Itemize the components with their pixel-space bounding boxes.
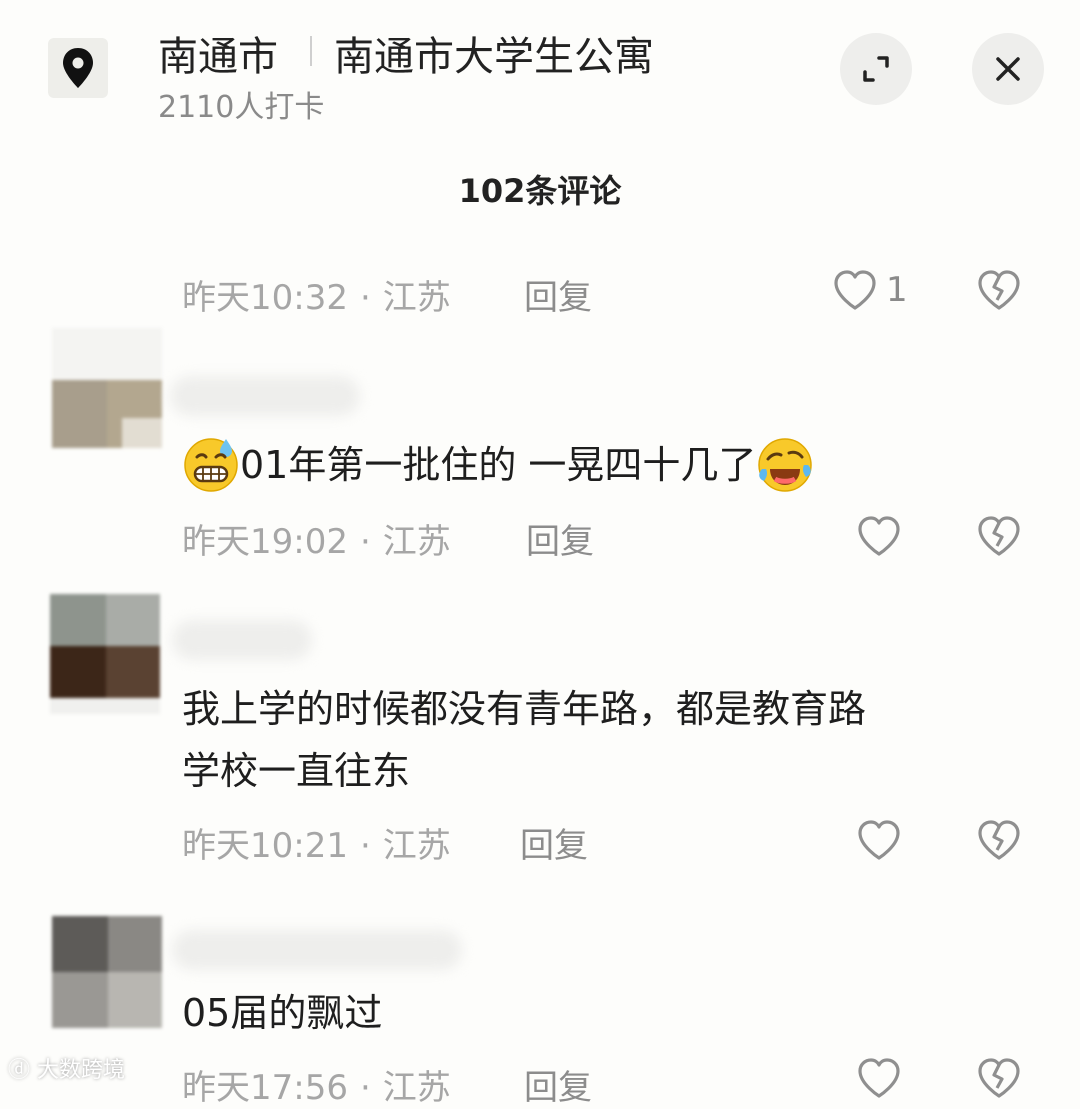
avatar[interactable] <box>50 594 160 714</box>
meta-dot: · <box>359 826 371 866</box>
watermark-text: 大数跨境 <box>37 1058 126 1083</box>
meta-dot: · <box>359 522 371 562</box>
heart-outline-icon <box>858 1058 900 1098</box>
comment-text: 05届的飘过 <box>182 982 382 1044</box>
comment-meta: 昨天19:02 · 江苏 <box>182 514 451 563</box>
broken-heart-icon <box>978 270 1020 310</box>
expand-button[interactable] <box>840 33 912 105</box>
comment-count-title: 102条评论 <box>458 172 622 210</box>
meta-dot: · <box>359 278 371 318</box>
username-redacted[interactable] <box>172 620 312 660</box>
like-button[interactable] <box>832 268 878 316</box>
heart-outline-icon <box>858 516 900 556</box>
comment-body-line-1: 我上学的时候都没有青年路，都是教育路 <box>182 687 867 731</box>
comment-time: 昨天10:21 <box>182 826 348 866</box>
comment-region: 江苏 <box>382 522 451 562</box>
heart-outline-icon <box>834 270 876 310</box>
comment-region: 江苏 <box>382 1068 451 1108</box>
username-redacted[interactable] <box>172 930 462 970</box>
close-icon <box>996 57 1020 81</box>
dislike-button[interactable] <box>976 268 1022 316</box>
broken-heart-icon <box>978 516 1020 556</box>
location-city[interactable]: 南通市 <box>158 24 278 82</box>
comment-time: 昨天10:32 <box>182 278 348 318</box>
like-count: 1 <box>886 270 908 310</box>
like-button[interactable] <box>856 1056 902 1104</box>
comment-text: 我上学的时候都没有青年路，都是教育路 学校一直往东 <box>182 678 866 802</box>
map-pin-icon <box>63 48 93 88</box>
avatar[interactable] <box>52 328 162 448</box>
comment-region: 江苏 <box>382 826 451 866</box>
grinning-sweat-emoji <box>184 437 238 492</box>
like-button[interactable] <box>856 818 902 866</box>
reply-button[interactable]: 回复 <box>520 818 588 867</box>
watermark: ⓓ 大数跨境 <box>8 1052 125 1084</box>
comment-body: 01年第一批住的 一晃四十几了 <box>240 443 757 487</box>
dislike-button[interactable] <box>976 818 1022 866</box>
comment-text: 01年第一批住的 一晃四十几了 <box>182 434 814 496</box>
rolling-laugh-emoji <box>758 437 813 492</box>
comment-time: 昨天19:02 <box>182 522 348 562</box>
meta-dot: · <box>359 1068 371 1108</box>
reply-button[interactable]: 回复 <box>524 1060 592 1109</box>
comment-body-line-2: 学校一直往东 <box>182 749 411 793</box>
like-button[interactable] <box>856 514 902 562</box>
dislike-button[interactable] <box>976 1056 1022 1104</box>
comment-meta: 昨天17:56 · 江苏 <box>182 1060 451 1109</box>
close-button[interactable] <box>972 33 1044 105</box>
location-pin-badge <box>48 38 108 98</box>
dislike-button[interactable] <box>976 514 1022 562</box>
reply-button[interactable]: 回复 <box>526 514 594 563</box>
heart-outline-icon <box>858 820 900 860</box>
reply-button[interactable]: 回复 <box>524 270 592 319</box>
avatar[interactable] <box>52 916 162 1036</box>
checkin-count: 2110人打卡 <box>158 90 325 125</box>
comment-time: 昨天17:56 <box>182 1068 348 1108</box>
comment-region: 江苏 <box>382 278 451 318</box>
username-redacted[interactable] <box>170 376 360 416</box>
watermark-logo-icon: ⓓ <box>8 1058 37 1083</box>
location-separator <box>310 36 312 66</box>
comment-meta: 昨天10:32 · 江苏 <box>182 270 451 319</box>
expand-icon <box>863 56 889 82</box>
comment-meta: 昨天10:21 · 江苏 <box>182 818 451 867</box>
location-place-name[interactable]: 南通市大学生公寓 <box>334 24 654 82</box>
broken-heart-icon <box>978 820 1020 860</box>
broken-heart-icon <box>978 1058 1020 1098</box>
comment-body: 05届的飘过 <box>182 991 383 1035</box>
